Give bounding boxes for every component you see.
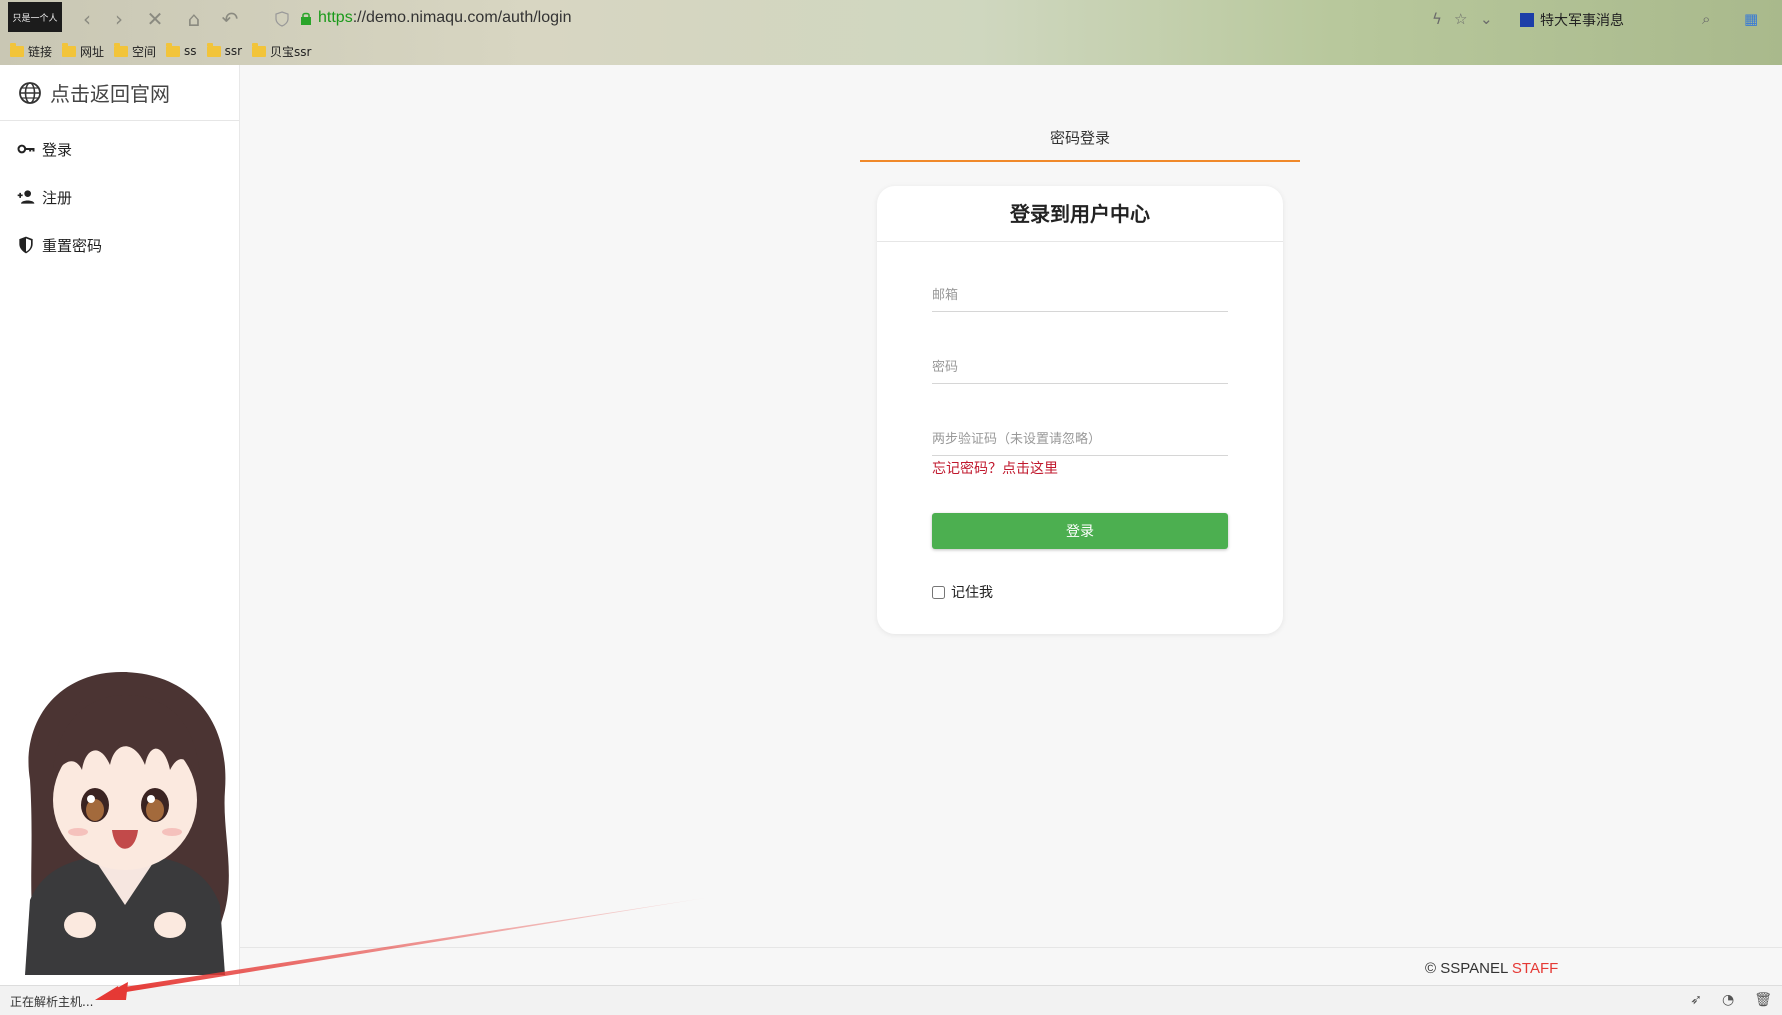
sidebar-item-reset-password[interactable]: 重置密码 [0,221,239,269]
brand-label: 点击返回官网 [50,82,170,106]
bookmark-label: 链接 [28,44,53,59]
sidebar-item-label: 重置密码 [42,236,103,255]
sidebar-item-register[interactable]: 注册 [0,173,239,221]
home-link[interactable]: 点击返回官网 [0,65,239,121]
email-field[interactable] [932,280,1228,312]
bookmark-folder[interactable]: 链接 [10,42,53,60]
remember-me-label: 记住我 [951,585,993,601]
search-icon[interactable]: ⌕ [1702,10,1710,28]
address-bar[interactable]: https://demo.nimaqu.com/auth/login [318,9,571,27]
password-field[interactable] [932,352,1228,384]
footer-divider [240,947,1782,948]
footer-copyright: © SSPANEL STAFF [1425,960,1558,977]
security-shield-icon[interactable] [275,11,289,27]
sidebar-item-label: 登录 [42,140,73,159]
shield-icon [19,236,33,254]
bookmark-label: ssr [224,44,242,58]
bookmark-folder[interactable]: 贝宝ssr [252,42,312,60]
copyright-text: © SSPANEL [1425,960,1512,977]
back-icon[interactable]: ‹ [76,8,98,30]
url-scheme: https [318,9,353,26]
bookmark-label: 空间 [132,44,157,59]
status-text: 正在解析主机... [10,995,94,1009]
folder-icon [252,42,266,57]
url-text: ://demo.nimaqu.com/auth/login [352,9,572,26]
status-icons: ➶ ◔ 🗑 [1690,992,1772,1008]
browser-status-bar: 正在解析主机... ➶ ◔ 🗑 [0,985,1782,1015]
bookmarks-bar: 链接 网址 空间 ss ssr 贝宝ssr [0,40,311,62]
stop-icon[interactable]: ✕ [144,8,166,30]
sidebar-item-label: 注册 [42,188,73,207]
news-widget[interactable]: 特大军事消息 [1520,10,1624,30]
bookmark-label: 网址 [80,44,105,59]
folder-icon [62,42,77,57]
globe-icon [19,81,41,104]
bookmark-label: 贝宝ssr [270,44,312,59]
tab-password-login[interactable]: 密码登录 [860,118,1300,162]
add-user-icon [17,190,35,204]
login-button[interactable]: 登录 [932,513,1228,549]
bookmark-folder[interactable]: ssr [206,42,242,58]
speed-icon[interactable]: ◔ [1722,992,1734,1008]
apps-icon[interactable]: ▦ [1744,10,1758,28]
login-card: 登录到用户中心 忘记密码？点击这里 登录 记住我 [877,186,1283,634]
folder-icon [206,42,221,57]
browser-chrome: 只是一个人 ‹ › ✕ ⌂ ↶ https://demo.nimaqu.com/… [0,0,1782,65]
avatar-text: 只是一个人 [12,13,58,24]
forgot-password-link[interactable]: 忘记密码？点击这里 [932,458,1058,478]
rocket-icon[interactable]: ➶ [1690,992,1702,1008]
copyright-staff: STAFF [1511,960,1559,977]
news-icon [1520,13,1534,27]
undo-icon[interactable]: ↶ [219,8,241,30]
tab-label: 密码登录 [1049,129,1110,147]
bookmark-label: ss [184,44,197,58]
card-title: 登录到用户中心 [877,186,1283,242]
folder-icon [114,42,129,57]
bookmark-folder[interactable]: ss [166,42,197,58]
folder-icon [166,42,181,57]
chevron-down-icon[interactable]: ⌄ [1480,10,1493,28]
bookmark-folder[interactable]: 网址 [62,42,105,60]
key-icon [17,144,35,154]
lock-icon [301,12,311,25]
browser-toolbar: 只是一个人 ‹ › ✕ ⌂ ↶ https://demo.nimaqu.com/… [0,0,1782,38]
twofa-code-field[interactable] [932,424,1228,456]
mascot-illustration [25,671,229,975]
news-label: 特大军事消息 [1540,13,1624,29]
remember-me-checkbox[interactable] [932,585,945,599]
forward-icon[interactable]: › [108,8,130,30]
profile-avatar[interactable]: 只是一个人 [8,2,62,32]
trash-icon[interactable]: 🗑 [1754,992,1772,1008]
home-icon[interactable]: ⌂ [183,8,205,30]
remember-me[interactable]: 记住我 [932,582,993,602]
flash-icon[interactable]: ϟ [1432,10,1442,28]
sidebar: 点击返回官网 登录 注册 重置密码 [0,65,240,985]
bookmark-folder[interactable]: 空间 [114,42,157,60]
folder-icon [10,42,24,57]
sidebar-item-login[interactable]: 登录 [0,125,239,173]
star-icon[interactable]: ☆ [1454,10,1467,28]
